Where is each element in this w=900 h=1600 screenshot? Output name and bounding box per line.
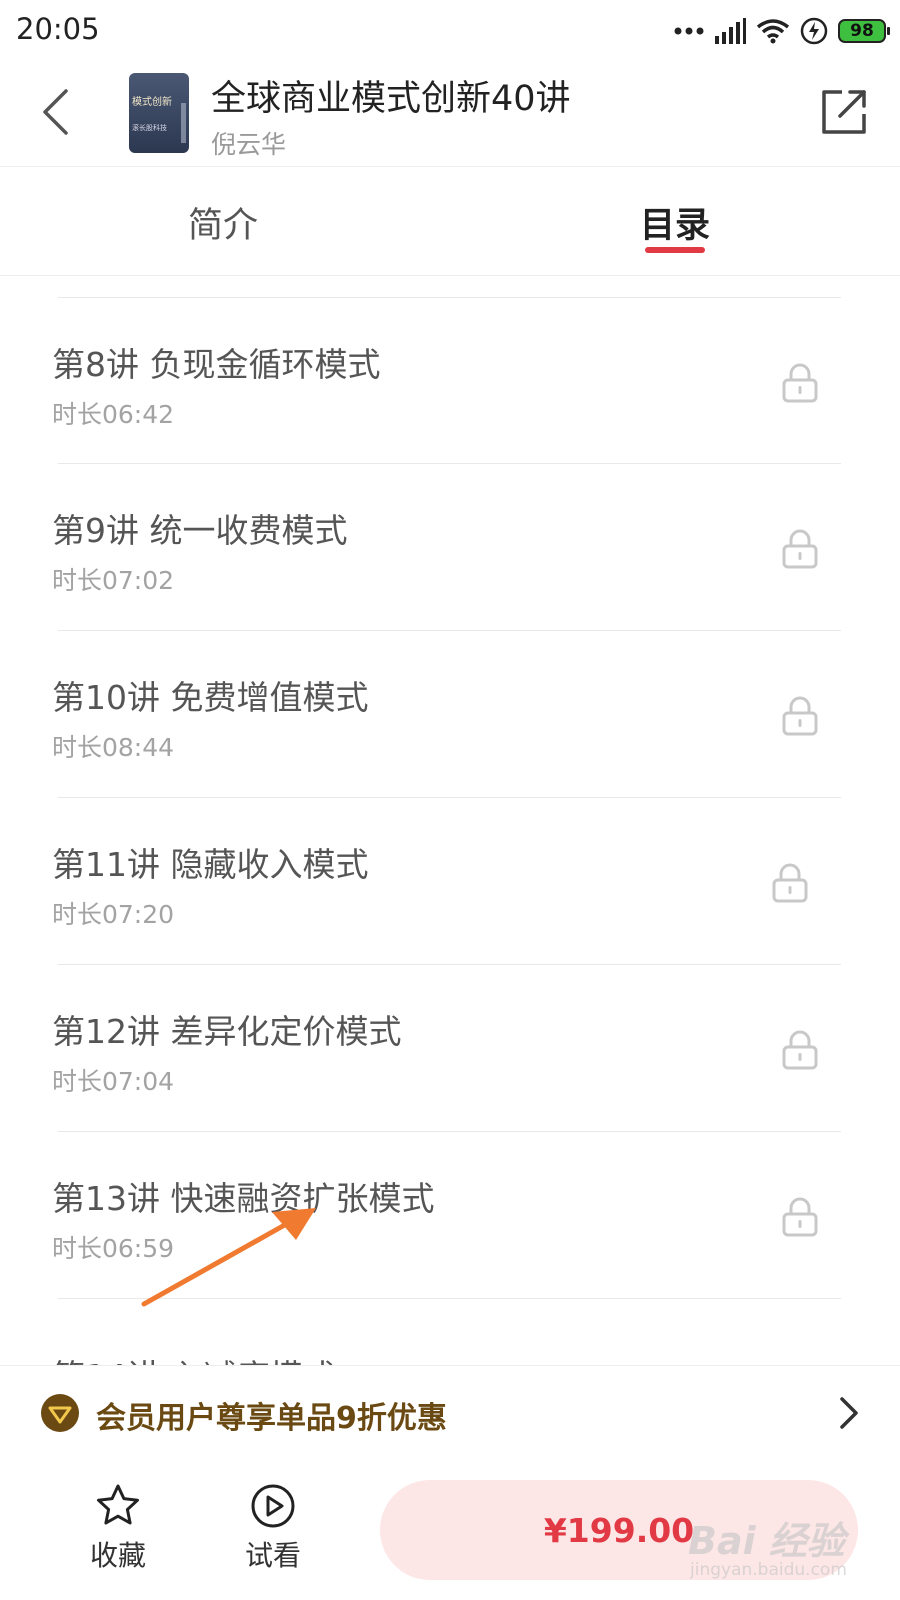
back-button[interactable] — [30, 82, 80, 142]
cover-subtext: 滚长股科技 — [132, 124, 167, 132]
charging-icon — [800, 17, 828, 45]
watermark-url: jingyan.baidu.com — [690, 1560, 847, 1580]
lesson-item-12[interactable]: 第12讲 差异化定价模式 时长07:04 — [0, 965, 900, 1132]
more-dots-icon — [674, 27, 704, 35]
lock-icon — [782, 529, 818, 569]
lesson-duration: 时长07:04 — [52, 1067, 175, 1096]
lock-icon — [782, 1197, 818, 1237]
lesson-item-10[interactable]: 第10讲 免费增值模式 时长08:44 — [0, 631, 900, 798]
member-discount-text: 会员用户尊享单品9折优惠 — [96, 1401, 447, 1436]
tab-intro[interactable]: 简介 — [188, 197, 258, 248]
status-bar: 20:05 98 — [0, 0, 900, 62]
lock-icon — [782, 696, 818, 736]
lesson-title: 第12讲 差异化定价模式 — [52, 1012, 402, 1051]
course-author: 倪云华 — [211, 130, 287, 159]
tab-catalog[interactable]: 目录 — [640, 197, 710, 248]
signal-icon — [715, 18, 746, 44]
tab-bar: 简介 目录 — [0, 167, 900, 276]
lesson-item-9[interactable]: 第9讲 统一收费模式 时长07:02 — [0, 464, 900, 631]
favorite-label: 收藏 — [89, 1539, 146, 1572]
cover-text: 模式创新 — [132, 97, 172, 108]
lock-icon — [782, 363, 818, 403]
lesson-duration: 时长07:02 — [52, 566, 175, 595]
lesson-duration: 时长06:42 — [52, 400, 175, 429]
header: 模式创新 滚长股科技 全球商业模式创新40讲 倪云华 — [0, 62, 900, 167]
share-icon — [822, 90, 866, 134]
battery-icon: 98 — [838, 19, 890, 43]
star-icon — [97, 1484, 139, 1525]
lock-icon — [772, 863, 808, 903]
active-tab-indicator — [645, 247, 705, 253]
status-time: 20:05 — [16, 12, 100, 46]
lesson-title: 第8讲 负现金循环模式 — [52, 345, 381, 384]
trial-button[interactable]: 试看 — [228, 1482, 318, 1582]
chevron-right-icon — [840, 1397, 858, 1429]
member-discount-bar[interactable]: 会员用户尊享单品9折优惠 — [0, 1365, 900, 1461]
lock-icon — [782, 1030, 818, 1070]
status-icons: 98 — [674, 14, 890, 48]
course-title: 全球商业模式创新40讲 — [211, 79, 571, 119]
lesson-title: 第11讲 隐藏收入模式 — [52, 845, 369, 884]
price: ¥199.00 — [543, 1510, 695, 1550]
lesson-title: 第10讲 免费增值模式 — [52, 678, 369, 717]
lesson-item-14-partial[interactable]: 第14讲 內减库模式 — [52, 1350, 335, 1365]
course-cover: 模式创新 滚长股科技 — [129, 73, 189, 153]
chevron-left-icon — [43, 89, 68, 135]
favorite-button[interactable]: 收藏 — [73, 1482, 163, 1582]
lesson-duration: 时长08:44 — [52, 733, 175, 762]
lesson-item-8[interactable]: 第8讲 负现金循环模式 时长06:42 — [0, 298, 900, 465]
battery-level: 98 — [850, 21, 874, 41]
wifi-icon — [756, 19, 790, 44]
lesson-duration: 时长07:20 — [52, 900, 175, 929]
cover-decoration — [181, 103, 186, 143]
lesson-item-13[interactable]: 第13讲 快速融资扩张模式 时长06:59 — [0, 1132, 900, 1299]
watermark: Bai 经验 — [688, 1519, 845, 1563]
play-circle-icon — [251, 1484, 295, 1528]
lesson-item-11[interactable]: 第11讲 隐藏收入模式 时长07:20 — [0, 798, 900, 965]
lesson-title: 第9讲 统一收费模式 — [52, 511, 348, 550]
trial-label: 试看 — [244, 1539, 301, 1572]
annotation-arrow-icon — [141, 1208, 316, 1307]
lesson-list[interactable]: 第8讲 负现金循环模式 时长06:42 第9讲 统一收费模式 时长07:02 第… — [0, 275, 900, 1365]
share-button[interactable] — [818, 86, 870, 138]
member-badge-icon — [41, 1394, 79, 1432]
